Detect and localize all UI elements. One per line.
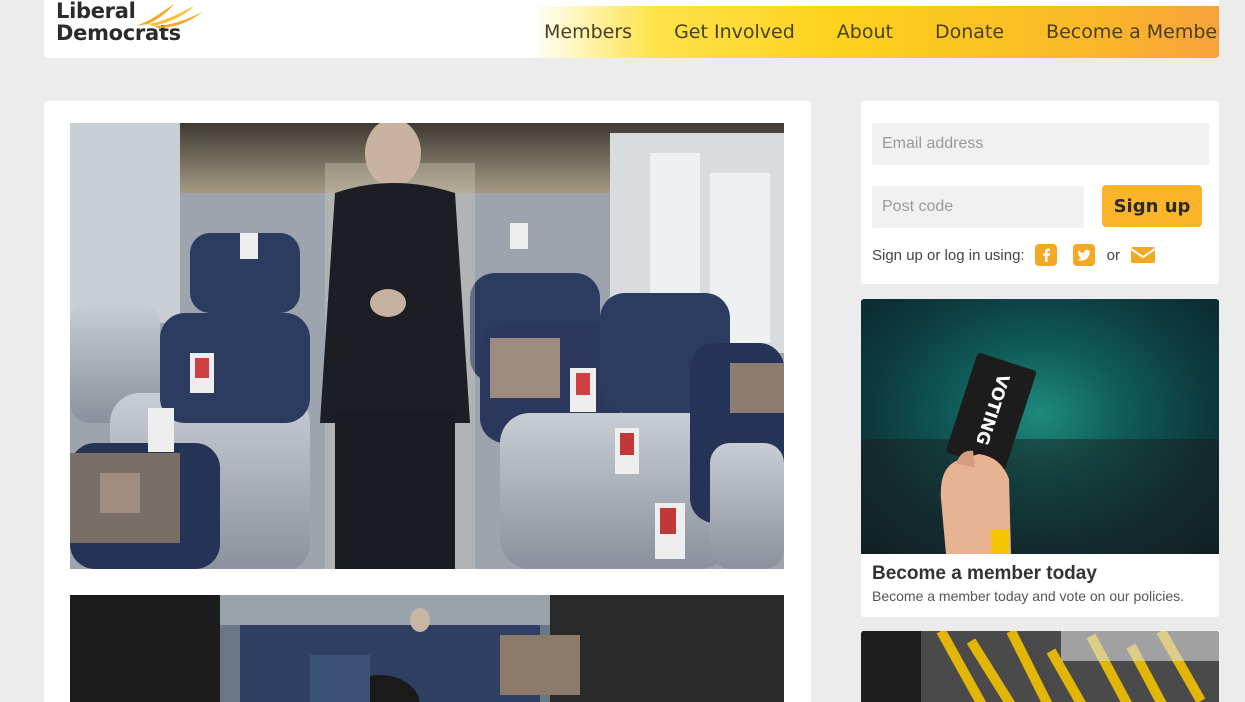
nav-get-involved[interactable]: Get Involved — [674, 21, 795, 43]
signup-panel: Sign up Sign up or log in using: or — [861, 101, 1219, 284]
social-or-text: or — [1106, 246, 1120, 264]
site-logo[interactable]: Liberal Democrats — [56, 0, 202, 44]
nav-about[interactable]: About — [837, 21, 893, 43]
social-login-row: Sign up or log in using: or — [872, 244, 1156, 266]
voting-card-image: VOTING — [861, 299, 1219, 554]
postcode-input[interactable] — [872, 186, 1084, 228]
main-content — [44, 101, 811, 702]
bird-logo-icon — [136, 4, 202, 28]
signup-button[interactable]: Sign up — [1102, 185, 1202, 227]
main-nav: Members Get Involved About Donate Become… — [532, 6, 1219, 58]
card-title: Become a member today — [872, 563, 1097, 584]
twitter-icon[interactable] — [1072, 244, 1095, 266]
facebook-icon[interactable] — [1034, 244, 1057, 266]
nav-donate[interactable]: Donate — [935, 21, 1004, 43]
nav-members[interactable]: Members — [544, 21, 632, 43]
nav-become-a-member[interactable]: Become a Member — [1046, 21, 1219, 43]
train-photo-2 — [70, 595, 784, 702]
card-description: Become a member today and vote on our po… — [872, 588, 1185, 604]
train-photo-1-image — [70, 123, 784, 569]
train-photo-2-image — [70, 595, 784, 702]
site-header: Liberal Democrats Members Get Involved A… — [44, 0, 1219, 58]
email-input[interactable] — [872, 123, 1209, 165]
promo-card-2-image — [861, 631, 1219, 702]
become-member-card[interactable]: VOTING Become a member today Become a me… — [861, 299, 1219, 617]
voting-hand-illustration: VOTING — [861, 352, 1219, 554]
promo-card-2[interactable] — [861, 631, 1219, 702]
email-icon[interactable] — [1130, 244, 1156, 266]
social-prompt: Sign up or log in using: — [872, 246, 1025, 264]
train-photo-1 — [70, 123, 784, 569]
